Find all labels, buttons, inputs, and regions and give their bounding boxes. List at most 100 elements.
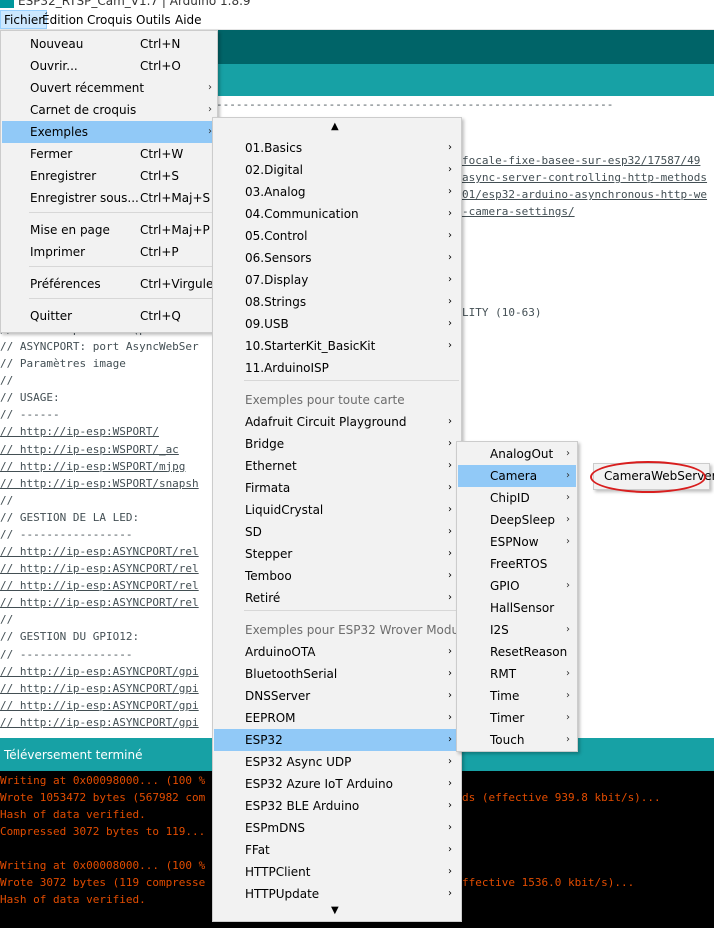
- file-menu-item-quitter[interactable]: Quitter Ctrl+Q: [2, 305, 216, 327]
- code-line: // -----------------: [0, 647, 133, 661]
- esp32-item-timer[interactable]: Timer ›: [458, 707, 576, 729]
- examples-item-02-digital[interactable]: 02.Digital ›: [214, 159, 460, 181]
- submenu-arrow-icon: ›: [448, 866, 452, 877]
- examples-item-07-display[interactable]: 07.Display ›: [214, 269, 460, 291]
- menu-item-label: Touch: [490, 733, 525, 747]
- menu-croquis[interactable]: Croquis: [84, 11, 135, 29]
- examples-item-09-usb[interactable]: 09.USB ›: [214, 313, 460, 335]
- examples-item-httpclient[interactable]: HTTPClient ›: [214, 861, 460, 883]
- examples-item-04-communication[interactable]: 04.Communication ›: [214, 203, 460, 225]
- menu-item-label: HTTPClient: [245, 865, 311, 879]
- menu-separator: [244, 380, 459, 381]
- examples-item-httpupdate[interactable]: HTTPUpdate ›: [214, 883, 460, 905]
- examples-item-liquidcrystal[interactable]: LiquidCrystal ›: [214, 499, 460, 521]
- esp32-item-gpio[interactable]: GPIO ›: [458, 575, 576, 597]
- esp32-item-i2s[interactable]: I2S ›: [458, 619, 576, 641]
- examples-item-eeprom[interactable]: EEPROM ›: [214, 707, 460, 729]
- examples-item-sd[interactable]: SD ›: [214, 521, 460, 543]
- examples-item-06-sensors[interactable]: 06.Sensors ›: [214, 247, 460, 269]
- menu-item-label: AnalogOut: [490, 447, 554, 461]
- file-menu-item-imprimer[interactable]: Imprimer Ctrl+P: [2, 241, 216, 263]
- examples-item-espmdns[interactable]: ESPmDNS ›: [214, 817, 460, 839]
- file-menu-item-enregistrer[interactable]: Enregistrer Ctrl+S: [2, 165, 216, 187]
- examples-item-dnsserver[interactable]: DNSServer ›: [214, 685, 460, 707]
- file-menu-item-carnet-de-croquis[interactable]: Carnet de croquis ›: [2, 99, 216, 121]
- submenu-arrow-icon: ›: [566, 492, 570, 503]
- examples-item-esp32-async-udp[interactable]: ESP32 Async UDP ›: [214, 751, 460, 773]
- menu-edition[interactable]: Édition: [39, 11, 87, 29]
- examples-item-esp32-azure-iot-arduino[interactable]: ESP32 Azure IoT Arduino ›: [214, 773, 460, 795]
- esp32-item-hallsensor[interactable]: HallSensor: [458, 597, 576, 619]
- esp32-item-camera[interactable]: Camera ›: [458, 465, 576, 487]
- code-link-line[interactable]: focale-fixe-basee-sur-esp32/17587/49: [462, 152, 700, 169]
- file-menu-item-nouveau[interactable]: Nouveau Ctrl+N: [2, 33, 216, 55]
- examples-item-bluetoothserial[interactable]: BluetoothSerial ›: [214, 663, 460, 685]
- examples-item-stepper[interactable]: Stepper ›: [214, 543, 460, 565]
- esp32-item-resetreason[interactable]: ResetReason: [458, 641, 576, 663]
- menu-item-label: Ouvert récemment: [30, 81, 145, 95]
- examples-item-bridge[interactable]: Bridge ›: [214, 433, 460, 455]
- file-menu-item-ouvert-r-cemment[interactable]: Ouvert récemment ›: [2, 77, 216, 99]
- submenu-arrow-icon: ›: [566, 448, 570, 459]
- esp32-item-freertos[interactable]: FreeRTOS: [458, 553, 576, 575]
- submenu-arrow-icon: ›: [448, 230, 452, 241]
- examples-item-esp32-ble-arduino[interactable]: ESP32 BLE Arduino ›: [214, 795, 460, 817]
- file-menu-item-ouvrir[interactable]: Ouvrir... Ctrl+O: [2, 55, 216, 77]
- examples-item-08-strings[interactable]: 08.Strings ›: [214, 291, 460, 313]
- submenu-arrow-icon: ›: [448, 822, 452, 833]
- menu-item-label: Imprimer: [30, 245, 86, 259]
- esp32-examples-menu: AnalogOut › Camera › ChipID › DeepSleep › ESPNow…: [456, 441, 578, 752]
- code-line: // http://ip-esp:ASYNCPORT/gpi: [0, 664, 199, 678]
- esp32-item-rmt[interactable]: RMT ›: [458, 663, 576, 685]
- code-link-line[interactable]: -camera-settings/: [462, 203, 575, 220]
- scroll-up-icon[interactable]: ▲: [331, 121, 339, 132]
- status-text: Téléversement terminé: [4, 748, 143, 762]
- examples-item-03-analog[interactable]: 03.Analog ›: [214, 181, 460, 203]
- code-link-line[interactable]: 01/esp32-arduino-asynchronous-http-we: [462, 186, 707, 203]
- menu-aide[interactable]: Aide: [172, 11, 205, 29]
- esp32-item-touch[interactable]: Touch ›: [458, 729, 576, 751]
- esp32-item-analogout[interactable]: AnalogOut ›: [458, 443, 576, 465]
- submenu-arrow-icon: ›: [448, 800, 452, 811]
- examples-item-arduinoota[interactable]: ArduinoOTA ›: [214, 641, 460, 663]
- examples-item-11-arduinoisp[interactable]: 11.ArduinoISP: [214, 357, 460, 379]
- submenu-arrow-icon: ›: [448, 438, 452, 449]
- examples-item-temboo[interactable]: Temboo ›: [214, 565, 460, 587]
- code-line: // ------: [0, 408, 60, 422]
- file-menu-item-enregistrer-sous[interactable]: Enregistrer sous... Ctrl+Maj+S: [2, 187, 216, 209]
- file-menu-item-pr-f-rences[interactable]: Préférences Ctrl+Virgule: [2, 273, 216, 295]
- code-line: // http://ip-esp:ASYNCPORT/rel: [0, 545, 199, 559]
- file-menu-item-mise-en-page[interactable]: Mise en page Ctrl+Maj+P: [2, 219, 216, 241]
- submenu-arrow-icon: ›: [566, 580, 570, 591]
- menu-item-shortcut: Ctrl+Virgule: [140, 277, 214, 291]
- examples-item-adafruit-circuit-playground[interactable]: Adafruit Circuit Playground ›: [214, 411, 460, 433]
- file-menu-item-exemples[interactable]: Exemples ›: [2, 121, 216, 143]
- menu-item-label: Fermer: [30, 147, 73, 161]
- esp32-item-chipid[interactable]: ChipID ›: [458, 487, 576, 509]
- code-line: // http://ip-esp:ASYNCPORT/gpi: [0, 681, 199, 695]
- examples-item-firmata[interactable]: Firmata ›: [214, 477, 460, 499]
- examples-item-esp32[interactable]: ESP32 ›: [214, 729, 460, 751]
- console-line: Writing at 0x00098000... (100 %: [0, 774, 206, 787]
- menu-item-label: Adafruit Circuit Playground: [245, 415, 407, 429]
- examples-item-ffat[interactable]: FFat ›: [214, 839, 460, 861]
- code-link-line[interactable]: async-server-controlling-http-methods: [462, 169, 707, 186]
- examples-item-10-starterkit-basickit[interactable]: 10.StarterKit_BasicKit ›: [214, 335, 460, 357]
- esp32-item-deepsleep[interactable]: DeepSleep ›: [458, 509, 576, 531]
- esp32-item-time[interactable]: Time ›: [458, 685, 576, 707]
- console-line: Compressed 3072 bytes to 119...: [0, 825, 206, 838]
- menu-item-label: HTTPUpdate: [245, 887, 320, 901]
- menu-item-label: 01.Basics: [245, 141, 303, 155]
- menu-item-label: I2S: [490, 623, 509, 637]
- examples-item-05-control[interactable]: 05.Control ›: [214, 225, 460, 247]
- menu-outils[interactable]: Outils: [133, 11, 174, 29]
- scroll-down-icon[interactable]: ▼: [331, 905, 339, 916]
- examples-item-ethernet[interactable]: Ethernet ›: [214, 455, 460, 477]
- examples-item-01-basics[interactable]: 01.Basics ›: [214, 137, 460, 159]
- code-line: // http://ip-esp:ASYNCPORT/rel: [0, 562, 199, 576]
- file-menu-item-fermer[interactable]: Fermer Ctrl+W: [2, 143, 216, 165]
- code-line: //: [0, 493, 14, 507]
- esp32-item-espnow[interactable]: ESPNow ›: [458, 531, 576, 553]
- menu-item-label: Enregistrer: [30, 169, 97, 183]
- examples-item-retir[interactable]: Retiré ›: [214, 587, 460, 609]
